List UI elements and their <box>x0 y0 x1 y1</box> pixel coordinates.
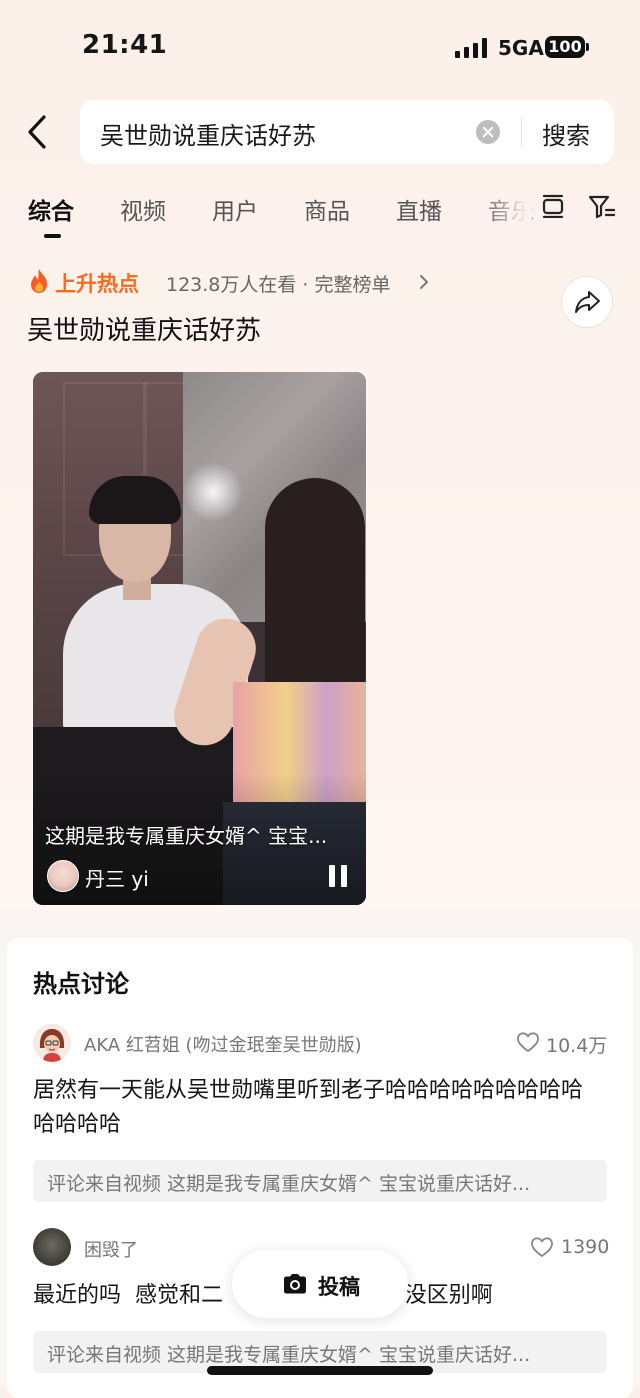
like-count: 1390 <box>561 1236 610 1258</box>
discussion-title: 热点讨论 <box>33 970 129 998</box>
heart-icon[interactable] <box>516 1031 540 1053</box>
avatar[interactable] <box>33 1228 71 1266</box>
battery-tip <box>586 43 589 51</box>
clear-icon[interactable] <box>476 120 500 144</box>
tab-videos[interactable]: 视频 <box>120 192 166 226</box>
network-type: 5GA <box>498 36 544 60</box>
post-button-label[interactable]: 投稿 <box>318 1271 360 1301</box>
search-input[interactable]: 吴世勋说重庆话好苏 <box>100 116 316 151</box>
avatar-illustration <box>33 1024 71 1062</box>
tab-users[interactable]: 用户 <box>212 192 258 226</box>
home-indicator <box>207 1366 433 1375</box>
status-time: 21:41 <box>82 30 168 60</box>
video-player[interactable]: 这期是我专属重庆女婿^ 宝宝... 丹三 yi <box>33 372 366 905</box>
pause-icon[interactable] <box>329 865 349 887</box>
tab-fade <box>480 186 532 230</box>
video-author[interactable]: 丹三 yi <box>85 863 149 892</box>
tab-products[interactable]: 商品 <box>304 192 350 226</box>
video-caption: 这期是我专属重庆女婿^ 宝宝... <box>45 824 328 848</box>
signal-icon <box>455 38 487 58</box>
active-tab-indicator <box>44 234 61 238</box>
comment-username[interactable]: 困毁了 <box>84 1236 138 1262</box>
back-arrow-icon[interactable] <box>22 112 52 152</box>
layout-toggle-icon[interactable] <box>541 194 565 218</box>
chevron-right-icon[interactable] <box>418 273 430 291</box>
flame-icon <box>31 269 47 293</box>
rising-hot-badge: 上升热点 <box>55 272 139 296</box>
comment-username[interactable]: AKA 红苕姐 (吻过金珉奎吴世勋版) <box>84 1031 362 1057</box>
comment-source-text: 评论来自视频 这期是我专属重庆女婿^ 宝宝说重庆话好... <box>47 1344 531 1366</box>
search-button[interactable]: 搜索 <box>542 116 590 151</box>
share-button[interactable] <box>561 276 613 328</box>
comment-text: 居然有一天能从吴世勋嘴里听到老子哈哈哈哈哈哈哈哈哈哈哈哈哈 <box>33 1078 584 1137</box>
like-count: 10.4万 <box>546 1035 608 1057</box>
filter-icon[interactable] <box>587 193 615 221</box>
battery-icon: 100 <box>545 36 585 58</box>
heart-icon[interactable] <box>530 1236 554 1258</box>
avatar[interactable] <box>33 1024 71 1062</box>
comment-source-text: 评论来自视频 这期是我专属重庆女婿^ 宝宝说重庆话好... <box>47 1173 531 1195</box>
tab-live[interactable]: 直播 <box>396 192 442 226</box>
search-divider <box>521 118 522 146</box>
share-icon <box>575 291 600 313</box>
topic-title: 吴世勋说重庆话好苏 <box>27 316 262 346</box>
hot-stats[interactable]: 123.8万人在看 · 完整榜单 <box>166 270 391 297</box>
avatar[interactable] <box>47 860 79 892</box>
camera-icon[interactable] <box>282 1272 308 1296</box>
tab-comprehensive[interactable]: 综合 <box>28 192 74 226</box>
comment-source[interactable]: 评论来自视频 这期是我专属重庆女婿^ 宝宝说重庆话好... <box>33 1160 607 1202</box>
